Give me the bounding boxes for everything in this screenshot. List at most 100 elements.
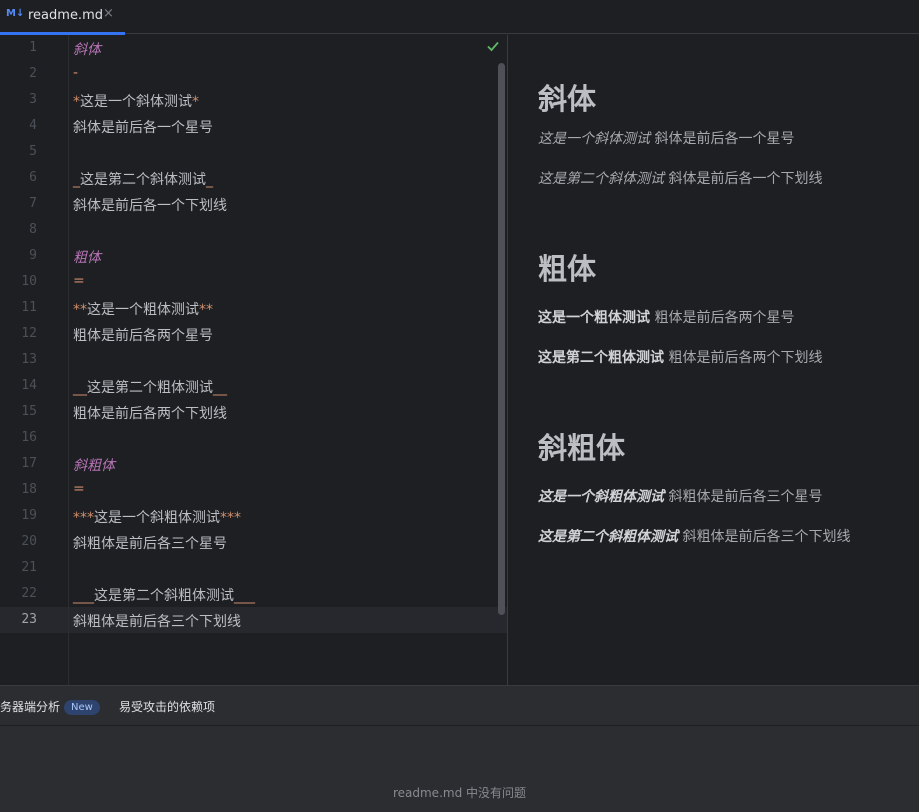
line-number: 20 xyxy=(21,534,37,549)
markdown-syntax-token: __ xyxy=(73,380,87,396)
line-number: 8 xyxy=(29,222,37,237)
tab-server-analysis-label: 务器端分析 xyxy=(0,700,61,714)
code-line[interactable]: = xyxy=(73,481,85,497)
code-line[interactable]: **这是一个粗体测试** xyxy=(73,299,213,319)
code-line[interactable]: __这是第二个粗体测试__ xyxy=(73,377,227,397)
code-text: 这是第二个粗体测试 xyxy=(87,380,213,396)
code-line[interactable]: 粗体是前后各两个下划线 xyxy=(73,403,227,423)
line-number: 4 xyxy=(29,118,37,133)
preview-text: 斜粗体是前后各三个星号 xyxy=(664,489,823,505)
line-number: 21 xyxy=(21,560,37,575)
close-tab-icon[interactable]: × xyxy=(103,6,114,21)
preview-heading: 粗体 xyxy=(538,252,597,286)
line-number: 6 xyxy=(29,170,37,185)
code-line[interactable]: - xyxy=(73,65,78,81)
code-line[interactable]: ***这是一个斜粗体测试*** xyxy=(73,507,241,527)
code-text: 斜体是前后各一个下划线 xyxy=(73,198,227,214)
preview-text: 斜粗体是前后各三个下划线 xyxy=(678,529,851,545)
editor-tab-bar: M↓ readme.md × xyxy=(0,0,919,35)
tab-label: readme.md xyxy=(28,8,103,23)
line-number: 9 xyxy=(29,248,37,263)
problems-panel: readme.md 中没有问题 xyxy=(0,726,919,812)
line-number: 22 xyxy=(21,586,37,601)
code-text: 粗体是前后各两个星号 xyxy=(73,328,213,344)
tab-readme[interactable]: M↓ readme.md × xyxy=(0,0,125,35)
code-line[interactable]: 斜体 xyxy=(73,39,101,59)
markdown-syntax-token: * xyxy=(73,94,80,110)
heading-text: 斜粗体 xyxy=(73,458,115,474)
code-text: 粗体是前后各两个下划线 xyxy=(73,406,227,422)
new-badge: New xyxy=(64,700,100,715)
markdown-syntax-token: = xyxy=(73,273,85,289)
line-number: 5 xyxy=(29,144,37,159)
preview-strong-em-text: 这是一个斜粗体测试 xyxy=(538,489,664,505)
no-problems-check-icon[interactable] xyxy=(486,39,500,53)
code-line[interactable]: = xyxy=(73,273,85,289)
markdown-syntax-token: * xyxy=(192,94,199,110)
preview-text: 粗体是前后各两个下划线 xyxy=(664,350,823,366)
preview-paragraph: 这是第二个斜体测试 斜体是前后各一个下划线 xyxy=(538,168,822,188)
line-number: 18 xyxy=(21,482,37,497)
code-line[interactable]: 斜粗体 xyxy=(73,455,115,475)
preview-strong-text: 这是一个粗体测试 xyxy=(538,310,650,326)
preview-heading: 斜体 xyxy=(538,82,597,116)
line-number-gutter: 1 2 3 4 5 6 7 8 9 10 11 12 13 14 15 16 17 18 19 20 21 22 23 xyxy=(0,35,69,685)
code-text: 斜体是前后各一个星号 xyxy=(73,120,213,136)
line-number: 10 xyxy=(21,274,37,289)
markdown-editor[interactable]: 1 2 3 4 5 6 7 8 9 10 11 12 13 14 15 16 17 18 19 20 21 22 23 斜体… xyxy=(0,35,508,685)
line-number: 11 xyxy=(21,300,37,315)
markdown-syntax-token: *** xyxy=(73,510,94,526)
line-number: 3 xyxy=(29,92,37,107)
preview-strong-text: 这是第二个粗体测试 xyxy=(538,350,664,366)
code-line[interactable]: 粗体是前后各两个星号 xyxy=(73,325,213,345)
preview-text: 粗体是前后各两个星号 xyxy=(650,310,795,326)
code-line[interactable]: _这是第二个斜体测试_ xyxy=(73,169,213,189)
no-problems-message: readme.md 中没有问题 xyxy=(392,786,527,800)
tab-vulnerable-dependencies[interactable]: 易受攻击的依赖项 xyxy=(119,698,215,715)
tab-server-analysis[interactable]: 务器端分析 New xyxy=(0,698,100,715)
code-text: 这是一个粗体测试 xyxy=(87,302,199,318)
editor-scrollbar[interactable] xyxy=(498,63,505,615)
markdown-syntax-token: ___ xyxy=(73,588,94,604)
heading-text: 斜体 xyxy=(73,42,101,58)
line-number: 15 xyxy=(21,404,37,419)
code-line[interactable]: *这是一个斜体测试* xyxy=(73,91,199,111)
code-text: 这是一个斜体测试 xyxy=(80,94,192,110)
code-line[interactable]: ___这是第二个斜粗体测试___ xyxy=(73,585,255,605)
line-number: 1 xyxy=(29,40,37,55)
preview-paragraph: 这是一个粗体测试 粗体是前后各两个星号 xyxy=(538,307,794,327)
markdown-syntax-token: ** xyxy=(199,302,213,318)
line-number: 19 xyxy=(21,508,37,523)
preview-paragraph: 这是一个斜体测试 斜体是前后各一个星号 xyxy=(538,128,794,148)
line-number: 12 xyxy=(21,326,37,341)
preview-em-text: 这是第二个斜体测试 xyxy=(538,171,664,187)
preview-paragraph: 这是一个斜粗体测试 斜粗体是前后各三个星号 xyxy=(538,486,822,506)
code-line[interactable]: 斜体是前后各一个下划线 xyxy=(73,195,227,215)
problems-tab-bar: 务器端分析 New 易受攻击的依赖项 xyxy=(0,685,919,726)
preview-text: 斜体是前后各一个下划线 xyxy=(664,171,823,187)
preview-paragraph: 这是第二个斜粗体测试 斜粗体是前后各三个下划线 xyxy=(538,526,850,546)
code-text: 斜粗体是前后各三个星号 xyxy=(73,536,227,552)
markdown-syntax-token: *** xyxy=(220,510,241,526)
line-number: 16 xyxy=(21,430,37,445)
preview-heading: 斜粗体 xyxy=(538,431,626,465)
line-number: 17 xyxy=(21,456,37,471)
markdown-file-icon: M↓ xyxy=(6,8,25,19)
markdown-preview: 斜体这是一个斜体测试 斜体是前后各一个星号这是第二个斜体测试 斜体是前后各一个下… xyxy=(508,35,919,685)
code-text: 这是一个斜粗体测试 xyxy=(94,510,220,526)
code-line[interactable]: 斜体是前后各一个星号 xyxy=(73,117,213,137)
code-text: 斜粗体是前后各三个下划线 xyxy=(73,614,241,630)
code-line[interactable]: 粗体 xyxy=(73,247,101,267)
preview-text: 斜体是前后各一个星号 xyxy=(650,131,795,147)
code-text: 这是第二个斜体测试 xyxy=(80,172,206,188)
line-number: 7 xyxy=(29,196,37,211)
markdown-syntax-token: ___ xyxy=(234,588,255,604)
code-text: 这是第二个斜粗体测试 xyxy=(94,588,234,604)
code-line[interactable]: 斜粗体是前后各三个下划线 xyxy=(73,611,241,631)
markdown-syntax-token: - xyxy=(73,65,79,81)
code-line[interactable]: 斜粗体是前后各三个星号 xyxy=(73,533,227,553)
line-number: 13 xyxy=(21,352,37,367)
line-number: 23 xyxy=(21,612,37,627)
markdown-syntax-token: _ xyxy=(206,172,213,188)
markdown-syntax-token: ** xyxy=(73,302,87,318)
